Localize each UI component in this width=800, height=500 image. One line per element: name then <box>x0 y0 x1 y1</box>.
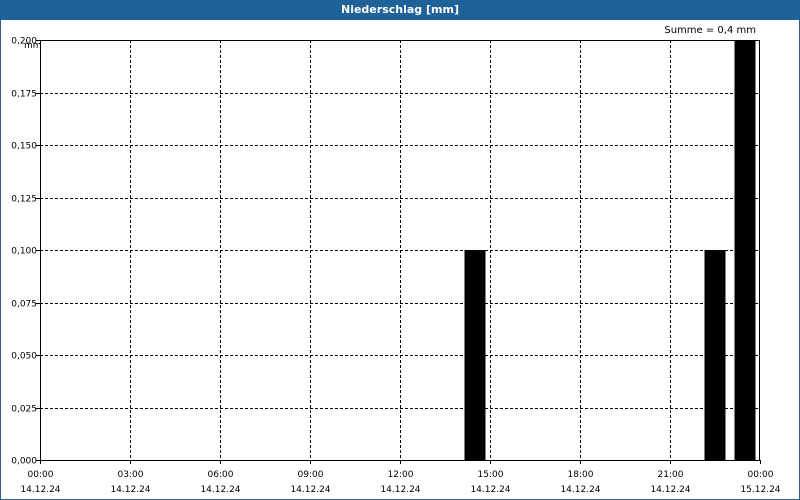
y-tick-label: 0,025 <box>11 405 37 415</box>
x-tick-time-label: 03:00 <box>118 470 144 480</box>
y-tick-label: 0,100 <box>11 247 37 257</box>
precipitation-bar <box>704 250 726 460</box>
x-tick-date-label: 14.12.24 <box>200 485 240 495</box>
y-tick-label: 0,150 <box>11 142 37 152</box>
x-tick-time-label: 21:00 <box>658 470 684 480</box>
x-tick-date-label: 14.12.24 <box>20 485 60 495</box>
x-tick-time-label: 00:00 <box>748 470 774 480</box>
grid <box>40 40 760 460</box>
y-axis: 0,000 0,025 0,050 0,075 0,100 0,125 0,150 0,175… <box>11 37 40 467</box>
precipitation-bar <box>464 250 486 460</box>
x-tick-time-label: 18:00 <box>568 470 594 480</box>
x-tick-date-label: 15.12.24 <box>740 485 780 495</box>
x-tick-time-label: 00:00 <box>28 470 54 480</box>
precipitation-chart: 0,000 0,025 0,050 0,075 0,100 0,125 0,150 0,175… <box>11 37 781 496</box>
x-tick-date-label: 14.12.24 <box>650 485 690 495</box>
x-tick-date-label: 14.12.24 <box>470 485 510 495</box>
x-tick-date-label: 14.12.24 <box>380 485 420 495</box>
x-tick-date-label: 14.12.24 <box>110 485 150 495</box>
x-tick-time-label: 15:00 <box>478 470 504 480</box>
y-tick-label: 0,075 <box>11 300 37 310</box>
y-tick-label: 0,125 <box>11 195 37 205</box>
x-tick-time-label: 06:00 <box>208 470 234 480</box>
x-tick-time-label: 12:00 <box>388 470 414 480</box>
y-tick-label: 0,175 <box>11 90 37 100</box>
y-tick-label: 0,000 <box>11 457 37 467</box>
y-tick-label: 0,050 <box>11 352 37 362</box>
x-tick-date-label: 14.12.24 <box>560 485 600 495</box>
precipitation-bar <box>734 40 756 460</box>
x-axis: 00:00 14.12.24 03:00 14.12.24 06:00 14.12.24 0… <box>20 460 781 495</box>
y-tick-label: 0,200 <box>11 37 37 47</box>
x-tick-time-label: 09:00 <box>298 470 324 480</box>
x-tick-date-label: 14.12.24 <box>290 485 330 495</box>
